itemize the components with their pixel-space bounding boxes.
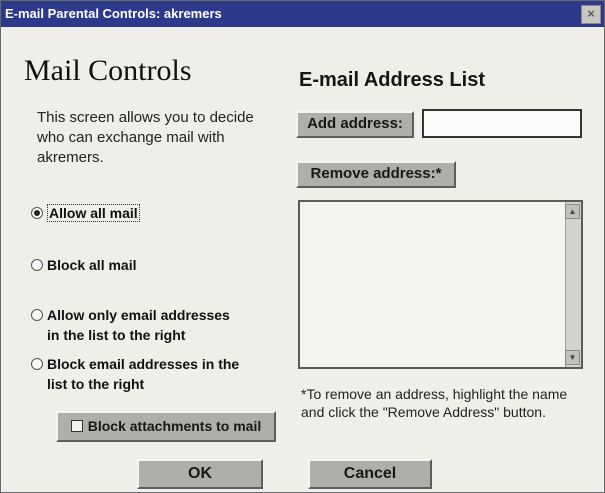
radio-label: Allow all mail <box>47 204 140 222</box>
radio-button-icon[interactable] <box>31 207 43 219</box>
checkbox-icon[interactable] <box>70 420 83 432</box>
ok-button[interactable]: OK <box>137 459 263 489</box>
add-address-button[interactable]: Add address: <box>296 111 414 138</box>
radio-allow-only-list[interactable]: Allow only email addresses in the list t… <box>31 307 230 343</box>
radio-block-all[interactable]: Block all mail <box>31 257 136 273</box>
remove-address-note: *To remove an address, highlight the nam… <box>301 386 568 420</box>
radio-label: Block email addresses in the <box>47 356 240 372</box>
mail-controls-heading: Mail Controls <box>24 54 192 87</box>
radio-button-icon[interactable] <box>31 309 43 321</box>
scroll-down-arrow-icon[interactable]: ▼ <box>565 350 580 365</box>
address-input[interactable] <box>422 109 582 138</box>
radio-label: Block all mail <box>47 257 137 273</box>
radio-label-line2: in the list to the right <box>47 327 186 343</box>
parental-controls-dialog: E-mail Parental Controls: akremers × Mai… <box>0 0 605 493</box>
window-title: E-mail Parental Controls: akremers <box>5 6 222 21</box>
radio-label: Allow only email addresses <box>47 307 230 323</box>
scroll-up-arrow-icon[interactable]: ▲ <box>565 204 580 219</box>
cancel-button[interactable]: Cancel <box>308 459 432 489</box>
radio-button-icon[interactable] <box>31 358 43 370</box>
close-icon[interactable]: × <box>581 5 601 24</box>
radio-allow-all[interactable]: Allow all mail <box>31 204 140 222</box>
address-listbox[interactable]: ▲ ▼ <box>298 200 583 369</box>
listbox-scrollbar[interactable]: ▲ ▼ <box>565 202 581 367</box>
radio-button-icon[interactable] <box>31 259 43 271</box>
radio-block-list[interactable]: Block email addresses in the list to the… <box>31 356 239 392</box>
block-attachments-label: Block attachments to mail <box>87 418 262 434</box>
remove-address-button[interactable]: Remove address:* <box>296 161 456 188</box>
description-text: This screen allows you to decide who can… <box>37 109 254 166</box>
block-attachments-toggle[interactable]: Block attachments to mail <box>56 411 276 442</box>
title-bar[interactable]: E-mail Parental Controls: akremers × <box>1 1 604 27</box>
address-list-heading: E-mail Address List <box>299 69 485 91</box>
radio-label-line2: list to the right <box>47 376 145 392</box>
